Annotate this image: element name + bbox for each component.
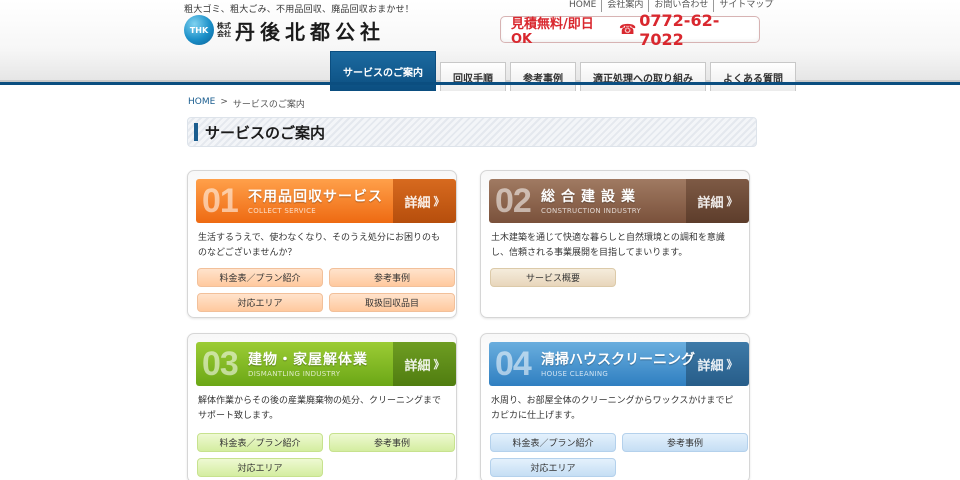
service-card-header[interactable]: 03 建物・家屋解体業 DISMANTLING INDUSTRY 詳細》 — [196, 342, 456, 386]
service-overview-button[interactable]: サービス概要 — [490, 268, 616, 287]
nav-tab-proper-disposal[interactable]: 適正処理への取り組み — [580, 62, 706, 91]
breadcrumb-home[interactable]: HOME — [188, 97, 215, 110]
logo-kabushiki: 株式会社 — [217, 22, 231, 38]
service-number: 01 — [202, 182, 239, 220]
main-nav: サービスのご案内 回収手順 参考事例 適正処理への取り組み よくある質問 — [330, 51, 800, 91]
service-card-cleaning: 04 清掃ハウスクリーニング HOUSE CLEANING 詳細》 水周り、お部… — [480, 333, 750, 480]
service-title: 不用品回収サービス — [248, 189, 383, 205]
breadcrumb: HOME > サービスのご案内 — [188, 97, 305, 110]
service-title: 建物・家屋解体業 — [248, 352, 368, 368]
service-area-button[interactable]: 対応エリア — [197, 293, 323, 312]
nav-tab-faq[interactable]: よくある質問 — [710, 62, 796, 91]
detail-label: 詳細 — [697, 195, 724, 211]
service-area-button[interactable]: 対応エリア — [490, 458, 616, 477]
price-plan-button[interactable]: 料金表／プラン紹介 — [197, 433, 323, 452]
service-title: 総合建設業 — [541, 189, 641, 205]
service-card-demolition: 03 建物・家屋解体業 DISMANTLING INDUSTRY 詳細》 解体作… — [187, 333, 457, 480]
detail-button[interactable]: 詳細》 — [393, 342, 456, 386]
service-card-collection: 01 不用品回収サービス COLLECT SERVICE 詳細》 生活するうえで… — [187, 170, 457, 318]
service-links: サービス概要 — [490, 268, 752, 287]
page-title-bar: サービスのご案内 — [187, 117, 757, 147]
logo-company-name: 丹後北都公社 — [235, 19, 385, 44]
nav-tab-services[interactable]: サービスのご案内 — [330, 51, 436, 91]
service-subtitle: COLLECT SERVICE — [248, 207, 317, 215]
detail-button[interactable]: 詳細》 — [686, 179, 749, 223]
price-plan-button[interactable]: 料金表／プラン紹介 — [197, 268, 323, 287]
collected-items-button[interactable]: 取扱回収品目 — [329, 293, 455, 312]
utility-link-home[interactable]: HOME — [569, 0, 601, 12]
detail-label: 詳細 — [404, 358, 431, 374]
chevron-right-icon: 》 — [726, 195, 738, 208]
service-subtitle: HOUSE CLEANING — [541, 370, 609, 378]
case-studies-button[interactable]: 参考事例 — [622, 433, 748, 452]
detail-button[interactable]: 詳細》 — [393, 179, 456, 223]
service-description: 解体作業からその後の産業廃棄物の処分、クリーニングまでサポート致します。 — [198, 396, 442, 421]
service-card-header[interactable]: 04 清掃ハウスクリーニング HOUSE CLEANING 詳細》 — [489, 342, 749, 386]
service-description: 土木建築を通じて快適な暮らしと自然環境との調和を意識し、信頼される事業展開を目指… — [491, 233, 725, 258]
logo-mark: THK — [184, 15, 214, 45]
page-title: サービスのご案内 — [205, 123, 326, 142]
service-number: 03 — [202, 345, 239, 383]
service-card-construction: 02 総合建設業 CONSTRUCTION INDUSTRY 詳細》 土木建築を… — [480, 170, 750, 318]
service-subtitle: DISMANTLING INDUSTRY — [248, 370, 341, 378]
service-links: 料金表／プラン紹介 参考事例 対応エリア — [490, 433, 752, 477]
nav-tab-case-studies[interactable]: 参考事例 — [510, 62, 576, 91]
service-number: 04 — [495, 345, 532, 383]
service-description: 水周り、お部屋全体のクリーニングからワックスかけまでピカピカに仕上げます。 — [491, 396, 734, 421]
service-card-header[interactable]: 01 不用品回収サービス COLLECT SERVICE 詳細》 — [196, 179, 456, 223]
chevron-right-icon: 》 — [726, 358, 738, 371]
breadcrumb-current: サービスのご案内 — [232, 100, 305, 110]
free-estimate-label: 見積無料/即日OK — [511, 16, 594, 47]
service-card-header[interactable]: 02 総合建設業 CONSTRUCTION INDUSTRY 詳細》 — [489, 179, 749, 223]
detail-label: 詳細 — [697, 358, 724, 374]
phone-number: 0772-62-7022 — [639, 10, 720, 49]
chevron-right-icon: 》 — [433, 195, 445, 208]
service-subtitle: CONSTRUCTION INDUSTRY — [541, 207, 642, 215]
service-description: 生活するうえで、使わなくなり、そのうえ処分にお困りのものなどございませんか？ — [198, 233, 441, 258]
chevron-right-icon: 》 — [433, 358, 445, 371]
service-title: 清掃ハウスクリーニング — [541, 352, 695, 368]
phone-icon: ☎ — [618, 21, 637, 38]
service-links: 料金表／プラン紹介 参考事例 対応エリア 取扱回収品目 — [197, 268, 459, 312]
detail-label: 詳細 — [404, 195, 431, 211]
service-links: 料金表／プラン紹介 参考事例 対応エリア — [197, 433, 459, 477]
service-number: 02 — [495, 182, 532, 220]
case-studies-button[interactable]: 参考事例 — [329, 433, 455, 452]
contact-box[interactable]: 見積無料/即日OK ☎ 0772-62-7022 — [500, 11, 760, 49]
site-tagline: 粗大ゴミ、粗大ごみ、不用品回収、廃品回収おまかせ！ — [184, 5, 415, 15]
detail-button[interactable]: 詳細》 — [686, 342, 749, 386]
breadcrumb-separator: > — [220, 97, 228, 107]
service-area-button[interactable]: 対応エリア — [197, 458, 323, 477]
price-plan-button[interactable]: 料金表／プラン紹介 — [490, 433, 616, 452]
case-studies-button[interactable]: 参考事例 — [329, 268, 455, 287]
nav-tab-collection-steps[interactable]: 回収手順 — [440, 62, 506, 91]
site-logo[interactable]: THK 株式会社 丹後北都公社 — [184, 15, 385, 45]
nav-underline — [0, 82, 960, 85]
